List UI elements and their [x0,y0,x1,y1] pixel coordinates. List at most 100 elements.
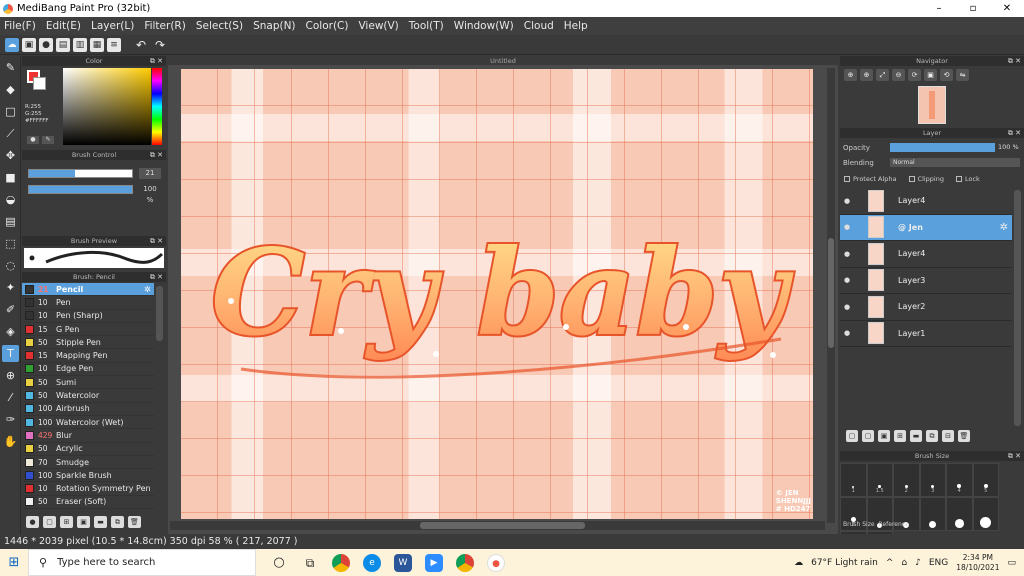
layer-row[interactable]: ● Layer1 [840,321,1012,347]
visibility-eye-icon[interactable]: ● [840,250,854,258]
hand-tool-icon[interactable]: ✋ [2,433,19,450]
add-brush-icon[interactable]: ⊞ [60,516,73,528]
brush-item[interactable]: 50 Sumi [22,376,154,390]
menu-view[interactable]: View(V) [358,20,398,32]
brush-item[interactable]: 100 Sparkle Brush [22,469,154,483]
eyedrop-icon[interactable]: ✎ [42,136,54,144]
save-icon[interactable]: ▣ [22,37,36,52]
windows-start-icon[interactable]: ⊞ [0,555,28,570]
menu-color[interactable]: Color(C) [306,20,349,32]
text-tool-icon[interactable]: T [2,345,19,362]
panel-close-icon[interactable]: ⧉ ✕ [150,56,163,66]
eraser-tool-icon[interactable]: ◆ [2,81,19,98]
operation-tool-icon[interactable]: ⊕ [2,367,19,384]
brush-item[interactable]: 50 Stipple Pen [22,336,154,350]
duplicate-icon[interactable]: ⧉ [111,516,124,528]
protect-alpha-checkbox[interactable]: Protect Alpha [844,175,897,183]
brush-size-option[interactable]: 5 [972,463,999,497]
chrome-icon[interactable] [332,553,350,572]
delete-brush-icon[interactable]: 🗑 [128,516,141,528]
zoom-in-icon[interactable]: ⊕ [844,69,857,81]
zoom-in-2-icon[interactable]: ⊕ [860,69,873,81]
bucket-tool-icon[interactable]: ◒ [2,191,19,208]
network-icon[interactable]: ⌂ [901,558,907,568]
brush-item[interactable]: 21 Pencil ✲ [22,283,154,297]
layer-opacity-slider[interactable] [890,143,995,152]
brush-item[interactable]: 50 Watercolor [22,389,154,403]
brush-item[interactable]: 50 Eraser (Soft) [22,496,154,510]
layer-row[interactable]: ● Layer4 [840,188,1012,215]
brush-size-option[interactable]: 1 [840,463,867,497]
copy-brush-icon[interactable]: ▣ [77,516,90,528]
artwork-canvas[interactable]: Cry baby © JEN SHENNJJJ # HD247 [181,69,813,519]
visibility-eye-icon[interactable]: ● [840,197,854,205]
lock-checkbox[interactable]: Lock [956,175,980,183]
brush-item[interactable]: 10 Edge Pen [22,363,154,377]
grid-icon[interactable]: ▦ [90,37,104,52]
panel-close-icon[interactable]: ⧉ ✕ [1008,56,1021,66]
tray-chevron-icon[interactable]: ^ [886,558,894,568]
panel-close-icon[interactable]: ⧉ ✕ [1008,128,1021,138]
canvas-vscroll-thumb[interactable] [828,238,834,348]
saturation-value-picker[interactable] [63,68,151,145]
brush-item[interactable]: 15 Mapping Pen [22,349,154,363]
layer-settings-gear-icon[interactable]: ✲ [1000,222,1008,233]
brush-opacity-slider[interactable] [28,185,133,194]
redo-button[interactable]: ↷ [152,38,168,52]
brush-item[interactable]: 10 Pen [22,296,154,310]
brush-item[interactable]: 15 G Pen [22,323,154,337]
brush-item[interactable]: 70 Smudge [22,456,154,470]
weather-icon[interactable]: ☁ [794,558,803,568]
move-tool-icon[interactable]: ✥ [2,147,19,164]
brush-size-option[interactable]: 4 [946,463,973,497]
comment-icon[interactable]: ● [39,37,53,52]
menu-list-icon[interactable]: ≡ [107,37,121,52]
panel-close-icon[interactable]: ⧉ ✕ [150,236,163,246]
notification-icon[interactable]: ▭ [1007,558,1016,568]
visibility-eye-icon[interactable]: ● [840,303,854,311]
brush-item[interactable]: 100 Airbrush [22,403,154,416]
layer-row[interactable]: ● @ Jen ✲ [840,214,1012,241]
close-button[interactable]: ✕ [990,0,1024,17]
gear-icon[interactable]: ✲ [144,285,154,294]
new-layer-2-icon[interactable]: ▢ [862,430,874,442]
chrome-profile-icon[interactable] [456,553,474,572]
select-pen-icon[interactable]: ✐ [2,301,19,318]
brush-size-slider[interactable] [28,169,133,178]
canvas-hscroll-thumb[interactable] [420,522,585,529]
menu-help[interactable]: Help [564,20,588,32]
select-eraser-icon[interactable]: ◈ [2,323,19,340]
brush-size-option[interactable]: 2 [893,463,920,497]
panel-close-icon[interactable]: ⧉ ✕ [150,272,163,282]
canvas-vertical-scrollbar[interactable] [827,68,835,523]
menu-cloud[interactable]: Cloud [524,20,554,32]
tab-reference[interactable]: Reference [879,521,909,528]
zoom-icon[interactable]: ▶ [425,553,443,572]
new-page-icon[interactable]: ▢ [43,516,56,528]
taskbar-search[interactable]: ⚲ Type here to search [28,549,256,576]
visibility-eye-icon[interactable]: ● [840,276,854,284]
new-layer-3-icon[interactable]: ▣ [878,430,890,442]
layer-row[interactable]: ● Layer3 [840,268,1012,294]
menu-file[interactable]: File(F) [4,20,36,32]
line-tool-icon[interactable]: ⟋ [2,125,19,142]
duplicate-layer-icon[interactable]: ⧉ [926,430,938,442]
brush-item[interactable]: 10 Rotation Symmetry Pen [22,482,154,496]
maximize-button[interactable]: ▫ [956,0,990,17]
lasso-tool-icon[interactable]: ◌ [2,257,19,274]
brush-item[interactable]: 100 Watercolor (Wet) [22,416,154,430]
medibang-taskbar-icon[interactable]: ● [487,553,505,572]
brush-size-option[interactable] [919,497,946,531]
eyedropper-icon[interactable]: ⁄ [2,389,19,406]
merge-layer-icon[interactable]: ⊟ [942,430,954,442]
menu-tool[interactable]: Tool(T) [409,20,444,32]
page-icon[interactable]: ▥ [73,37,87,52]
fit-icon[interactable]: ⤢ [876,69,889,81]
lang-indicator[interactable]: ENG [929,558,948,568]
brush-size-option[interactable] [972,497,999,531]
hue-slider[interactable] [152,68,162,145]
menu-select[interactable]: Select(S) [196,20,243,32]
message-icon[interactable]: ▤ [56,37,70,52]
rectangle-tool-icon[interactable]: □ [2,103,19,120]
menu-snap[interactable]: Snap(N) [253,20,295,32]
